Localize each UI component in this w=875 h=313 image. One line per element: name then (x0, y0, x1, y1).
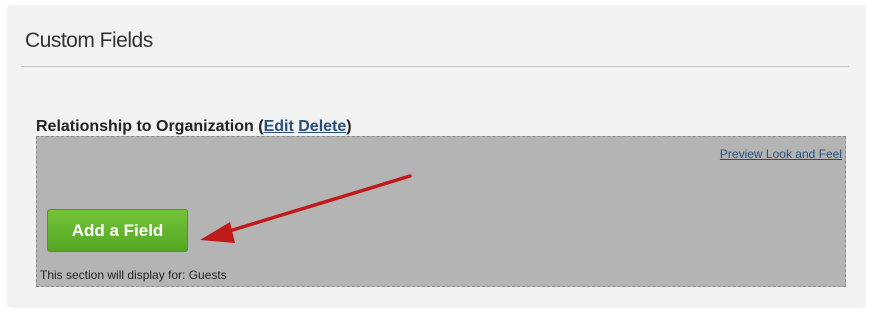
section-display-note: This section will display for: Guests (40, 268, 227, 282)
section-name: Relationship to Organization (36, 118, 254, 135)
title-divider (21, 66, 849, 67)
section-drop-area: Preview Look and Feel Add a Field This s… (36, 136, 846, 287)
paren-close: ) (346, 118, 352, 135)
preview-look-and-feel-link[interactable]: Preview Look and Feel (720, 147, 842, 161)
delete-link[interactable]: Delete (298, 118, 346, 135)
edit-link[interactable]: Edit (264, 118, 294, 135)
section-heading: Relationship to Organization (Edit Delet… (36, 118, 352, 136)
add-field-button[interactable]: Add a Field (47, 209, 188, 252)
page-title: Custom Fields (25, 29, 153, 52)
paren-open: ( (253, 118, 264, 135)
